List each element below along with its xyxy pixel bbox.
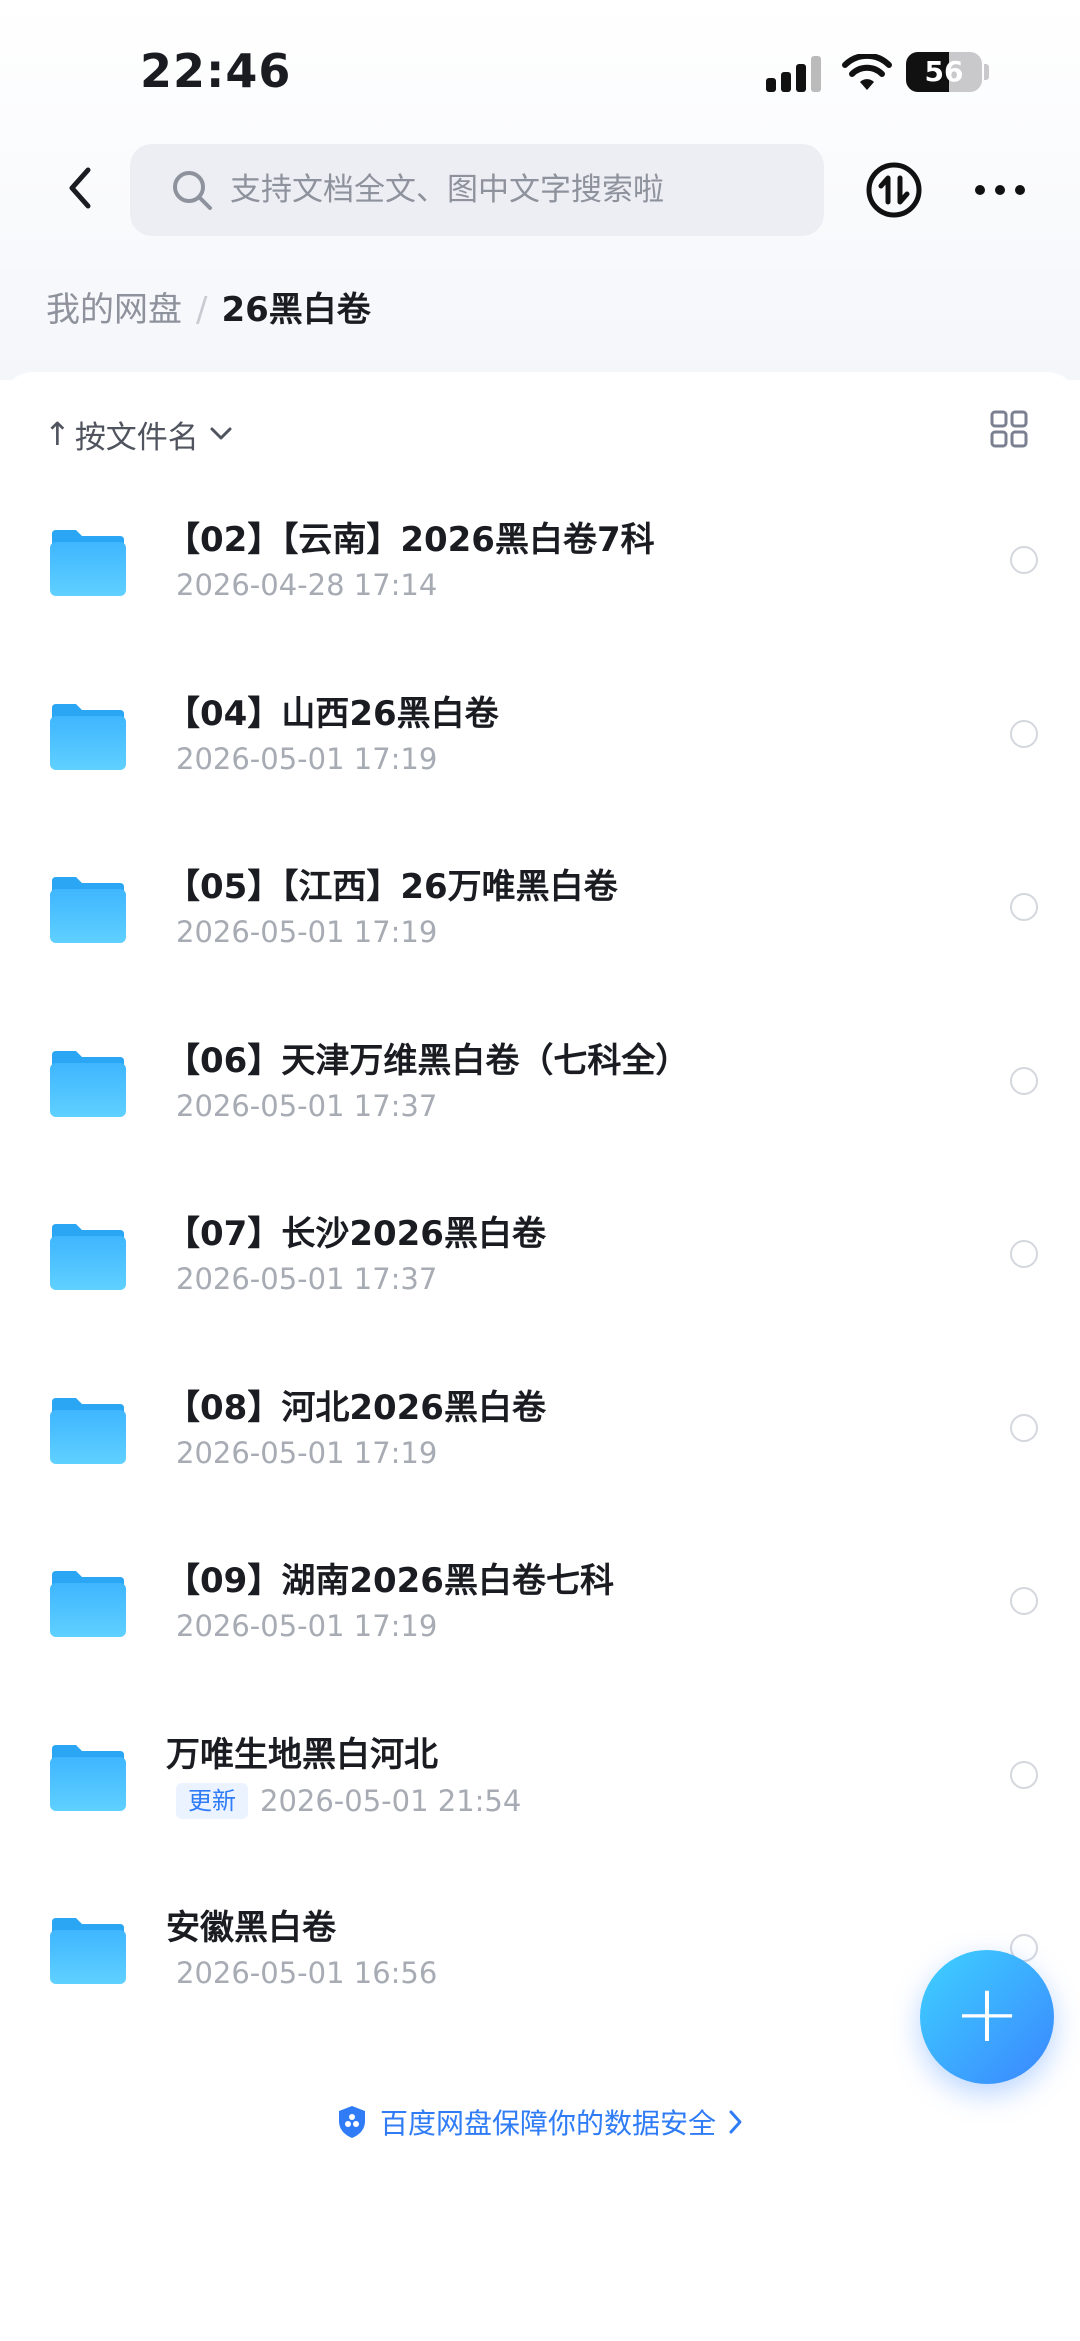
sort-button[interactable]: ↑ 按文件名	[44, 408, 233, 460]
breadcrumb-root[interactable]: 我的网盘	[46, 290, 182, 330]
file-date: 2026-05-01 17:37	[176, 1088, 438, 1123]
select-checkbox[interactable]	[1010, 1760, 1038, 1789]
file-date: 2026-05-01 17:19	[176, 915, 438, 949]
file-name: 【02】【云南】2026黑白卷7科	[166, 520, 655, 560]
file-date: 2026-05-01 17:37	[176, 1262, 438, 1296]
folder-icon	[50, 1571, 126, 1637]
more-button[interactable]	[970, 168, 1030, 212]
folder-icon	[50, 703, 126, 770]
file-meta: 2026-05-01 17:37	[176, 1262, 437, 1296]
folder-icon	[50, 1918, 126, 1984]
breadcrumb-current: 26黑白卷	[221, 290, 371, 330]
select-checkbox[interactable]	[1010, 1240, 1038, 1268]
file-name: 万唯生地黑白河北	[166, 1734, 438, 1775]
list-item[interactable]: 【08】河北2026黑白卷 2026-05-01 17:19	[0, 1340, 1080, 1514]
list-item[interactable]: 【05】【江西】26万唯黑白卷 2026-05-01 17:19	[0, 819, 1080, 993]
folder-icon	[50, 1744, 126, 1811]
search-input[interactable]: 支持文档全文、图中文字搜索啦	[130, 144, 824, 236]
list-item[interactable]: 【02】【云南】2026黑白卷7科 2026-04-28 17:14	[0, 472, 1080, 646]
breadcrumb: 我的网盘 / 26黑白卷	[46, 286, 371, 334]
status-bar: 22:46 56	[0, 0, 1080, 130]
plus-icon: +	[953, 1967, 1021, 2060]
battery-icon: 56	[906, 52, 982, 92]
folder-icon	[50, 530, 126, 596]
file-meta: 2026-05-01 17:19	[176, 915, 437, 949]
battery-cap	[984, 64, 989, 80]
file-date: 2026-04-28 17:14	[176, 568, 438, 602]
grid-view-icon	[990, 410, 1028, 448]
chevron-right-icon	[729, 2110, 742, 2134]
file-name: 安徽黑白卷	[166, 1908, 336, 1948]
file-date: 2026-05-01 21:54	[260, 1783, 522, 1818]
file-name: 【06】天津万维黑白卷（七科全）	[166, 1040, 690, 1081]
list-item[interactable]: 【07】长沙2026黑白卷 2026-05-01 17:37	[0, 1166, 1080, 1340]
select-checkbox[interactable]	[1010, 1066, 1038, 1095]
status-time: 22:46	[140, 44, 292, 98]
add-button[interactable]: +	[920, 1950, 1054, 2084]
select-checkbox[interactable]	[1010, 1587, 1038, 1615]
list-item[interactable]: 万唯生地黑白河北更新 2026-05-01 21:54	[0, 1687, 1080, 1861]
cellular-signal-icon	[766, 56, 822, 92]
file-date: 2026-05-01 17:19	[176, 1609, 438, 1643]
file-name: 【08】河北2026黑白卷	[166, 1387, 546, 1428]
file-meta: 2026-05-01 17:19	[176, 1609, 437, 1643]
file-meta: 2026-05-01 17:19	[176, 1436, 437, 1470]
list-item[interactable]: 【06】天津万维黑白卷（七科全） 2026-05-01 17:37	[0, 993, 1080, 1167]
more-dots-icon	[975, 185, 1025, 195]
sort-label: 按文件名	[74, 419, 199, 456]
file-meta: 2026-05-01 17:37	[176, 1089, 437, 1123]
chevron-left-icon	[69, 167, 91, 209]
transfer-icon	[866, 162, 922, 218]
file-date: 2026-05-01 17:19	[176, 1435, 438, 1470]
folder-icon	[50, 1050, 126, 1117]
file-name: 【04】山西26黑白卷	[166, 693, 499, 734]
chevron-down-icon	[210, 427, 232, 440]
security-note-link[interactable]: 百度网盘保障你的数据安全	[0, 2102, 1080, 2142]
file-meta: 2026-05-01 16:56	[176, 1956, 437, 1990]
file-list: 【02】【云南】2026黑白卷7科 2026-04-28 17:14 【04】山西2…	[0, 472, 1080, 2034]
select-checkbox[interactable]	[1010, 546, 1038, 574]
wifi-icon	[842, 54, 892, 90]
list-item[interactable]: 【09】湖南2026黑白卷七科 2026-05-01 17:19	[0, 1513, 1080, 1687]
battery-level: 56	[924, 55, 964, 88]
shield-icon	[338, 2106, 365, 2138]
transfer-button[interactable]	[864, 160, 924, 220]
update-badge: 更新	[176, 1782, 248, 1819]
file-name: 【09】湖南2026黑白卷七科	[166, 1561, 614, 1601]
file-name: 【07】长沙2026黑白卷	[166, 1214, 546, 1254]
file-name: 【05】【江西】26万唯黑白卷	[166, 867, 618, 907]
select-checkbox[interactable]	[1010, 893, 1038, 921]
select-checkbox[interactable]	[1010, 1413, 1038, 1442]
breadcrumb-separator: /	[196, 290, 208, 330]
search-placeholder: 支持文档全文、图中文字搜索啦	[230, 172, 664, 208]
file-meta: 更新 2026-05-01 21:54	[176, 1782, 522, 1819]
file-meta: 2026-04-28 17:14	[176, 568, 437, 602]
sort-arrow-icon: ↑	[44, 415, 71, 453]
folder-icon	[50, 1224, 126, 1290]
search-icon	[173, 171, 212, 210]
list-item[interactable]: 安徽黑白卷 2026-05-01 16:56	[0, 1860, 1080, 2034]
select-checkbox[interactable]	[1010, 719, 1038, 748]
file-meta: 2026-05-01 17:19	[176, 742, 437, 776]
security-note-text: 百度网盘保障你的数据安全	[379, 2107, 716, 2140]
back-button[interactable]	[56, 156, 104, 220]
list-item[interactable]: 【04】山西26黑白卷 2026-05-01 17:19	[0, 646, 1080, 820]
file-date: 2026-05-01 17:19	[176, 741, 438, 776]
file-list-panel: ↑ 按文件名 【02】【云南】2026黑白卷7科 2026-04-28 17:14…	[0, 372, 1080, 2341]
folder-icon	[50, 877, 126, 943]
file-date: 2026-05-01 16:56	[176, 1956, 438, 1990]
folder-icon	[50, 1397, 126, 1464]
grid-view-button[interactable]	[990, 410, 1028, 448]
